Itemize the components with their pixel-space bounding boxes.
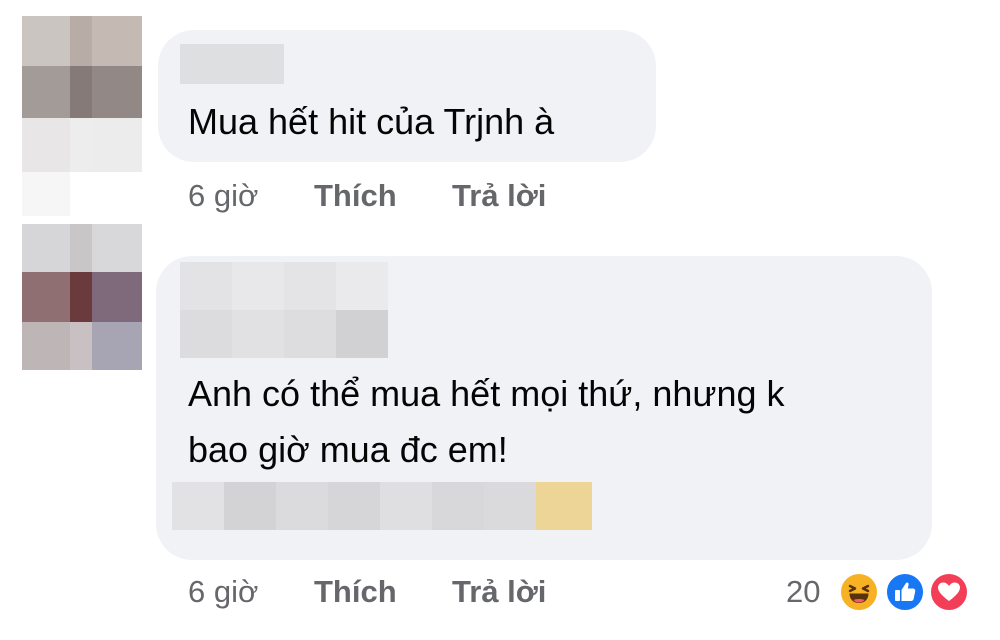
comment-bubble: Anh có thể mua hết mọi thứ, nhưng k bao …: [156, 256, 932, 560]
comment-time[interactable]: 6 giờ: [188, 574, 258, 610]
comment-time[interactable]: 6 giờ: [188, 178, 258, 214]
like-link[interactable]: Thích: [314, 574, 397, 610]
haha-icon: [838, 571, 880, 613]
like-link[interactable]: Thích: [314, 178, 397, 214]
comment-text-line-1: Anh có thể mua hết mọi thứ, nhưng k: [188, 373, 785, 414]
love-icon: [928, 571, 970, 613]
blurred-author-name[interactable]: [180, 44, 284, 84]
comment-bubble: Mua hết hit của Trjnh à: [158, 30, 656, 162]
reaction-count: 20: [786, 574, 821, 609]
reply-link[interactable]: Trả lời: [452, 574, 546, 610]
comment-text-line-2: bao giờ mua đc em!: [188, 429, 508, 470]
reply-link[interactable]: Trả lời: [452, 178, 546, 214]
like-icon: [884, 571, 926, 613]
commenter-avatar[interactable]: [22, 224, 142, 370]
comment-text: Mua hết hit của Trjnh à: [188, 101, 555, 142]
commenter-avatar[interactable]: [22, 16, 142, 216]
